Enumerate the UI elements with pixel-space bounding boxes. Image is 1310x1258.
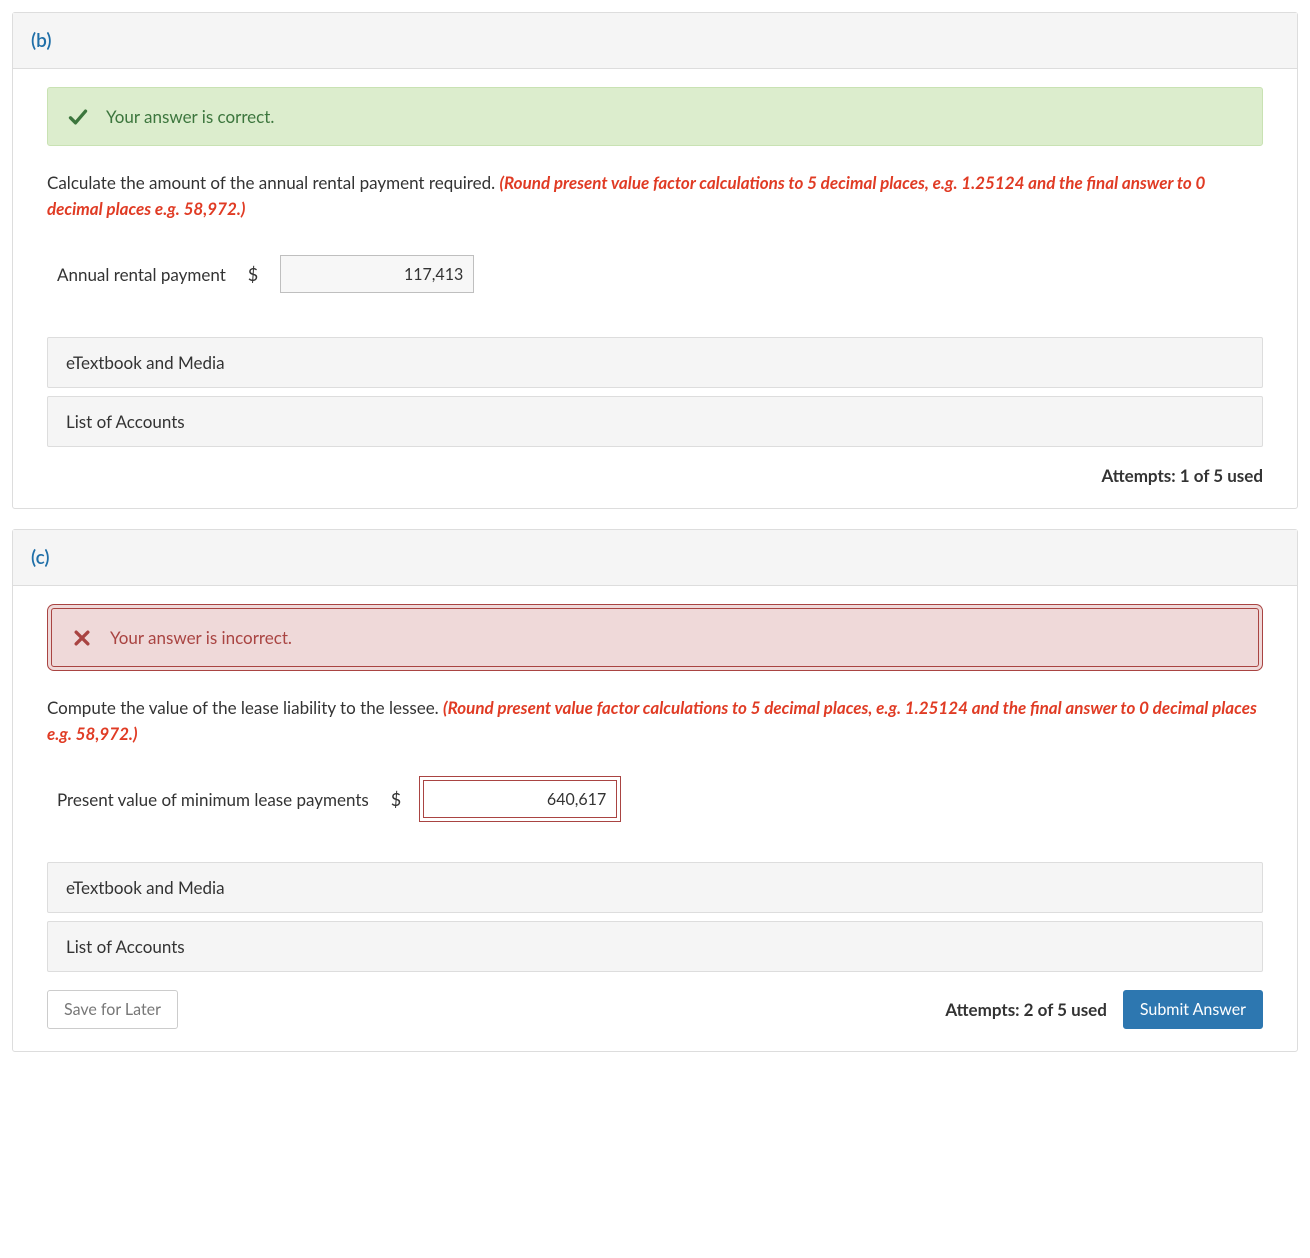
part-c-header: (c) <box>13 530 1297 586</box>
annual-rental-row: Annual rental payment $ <box>47 255 1263 293</box>
etextbook-panel[interactable]: eTextbook and Media <box>47 862 1263 913</box>
part-b-header: (b) <box>13 13 1297 69</box>
currency-symbol: $ <box>391 788 401 810</box>
list-of-accounts-panel[interactable]: List of Accounts <box>47 921 1263 972</box>
etextbook-panel[interactable]: eTextbook and Media <box>47 337 1263 388</box>
pv-label: Present value of minimum lease payments <box>57 789 369 810</box>
feedback-correct-text: Your answer is correct. <box>106 106 274 127</box>
save-for-later-button[interactable]: Save for Later <box>47 990 178 1029</box>
part-c-prompt: Compute the value of the lease liability… <box>47 695 1263 746</box>
part-c-body: Your answer is incorrect. Compute the va… <box>13 586 1297 1051</box>
prompt-b-text: Calculate the amount of the annual renta… <box>47 172 499 193</box>
pv-input[interactable] <box>423 780 617 818</box>
submit-answer-button[interactable]: Submit Answer <box>1123 990 1263 1029</box>
part-c-footer: Save for Later Attempts: 2 of 5 used Sub… <box>47 990 1263 1029</box>
list-of-accounts-panel[interactable]: List of Accounts <box>47 396 1263 447</box>
part-b-footer: Attempts: 1 of 5 used <box>47 465 1263 486</box>
footer-right: Attempts: 2 of 5 used Submit Answer <box>945 990 1263 1029</box>
feedback-incorrect: Your answer is incorrect. <box>51 608 1259 667</box>
part-b-prompt: Calculate the amount of the annual renta… <box>47 170 1263 221</box>
feedback-incorrect-text: Your answer is incorrect. <box>110 627 292 648</box>
question-part-b: (b) Your answer is correct. Calculate th… <box>12 12 1298 509</box>
feedback-correct: Your answer is correct. <box>47 87 1263 146</box>
annual-rental-label: Annual rental payment <box>57 264 226 285</box>
question-part-c: (c) Your answer is incorrect. Compute th… <box>12 529 1298 1052</box>
part-b-label: (b) <box>31 29 51 52</box>
prompt-c-text: Compute the value of the lease liability… <box>47 697 443 718</box>
part-c-label: (c) <box>31 546 50 569</box>
part-b-body: Your answer is correct. Calculate the am… <box>13 69 1297 508</box>
x-icon <box>72 628 92 648</box>
pv-row: Present value of minimum lease payments … <box>47 780 1263 818</box>
currency-symbol: $ <box>248 263 258 285</box>
attempts-c: Attempts: 2 of 5 used <box>945 999 1107 1020</box>
check-icon <box>68 107 88 127</box>
annual-rental-input[interactable] <box>280 255 474 293</box>
attempts-b: Attempts: 1 of 5 used <box>1101 465 1263 486</box>
